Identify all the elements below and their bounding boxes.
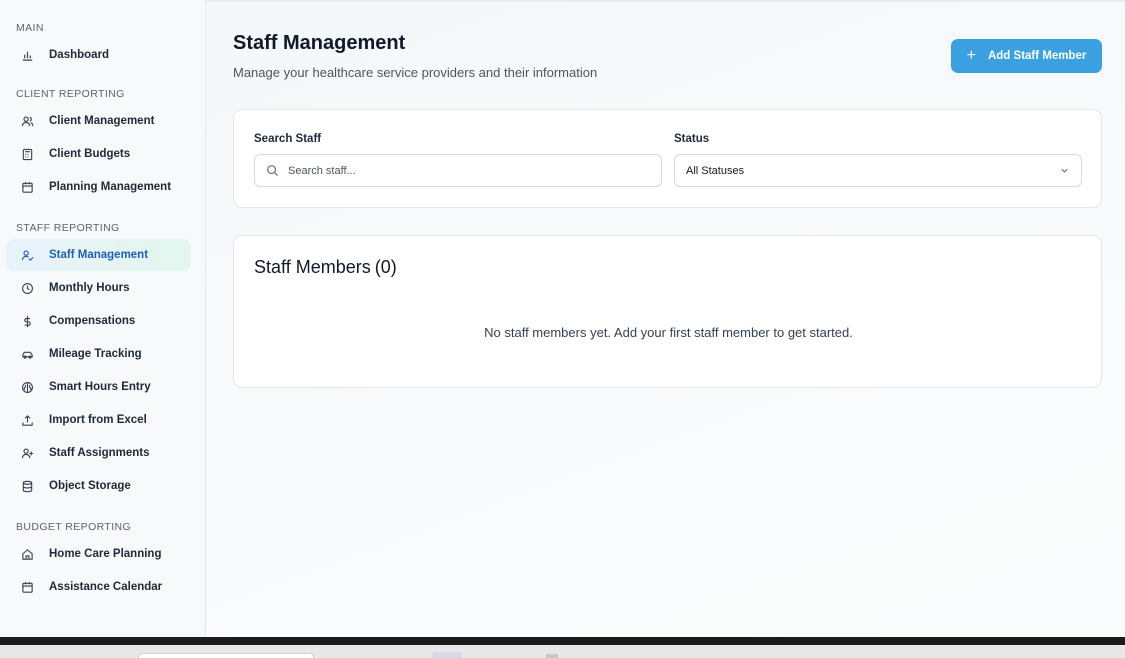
sidebar-item-label: Compensations	[49, 315, 136, 327]
search-field[interactable]	[254, 154, 662, 187]
sidebar-item-smart-hours-entry[interactable]: Smart Hours Entry	[6, 371, 191, 403]
users-icon	[20, 114, 34, 128]
app-window: MAIN Dashboard CLIENT REPORTING Client M…	[0, 0, 1125, 637]
user-plus-icon	[20, 446, 34, 460]
sidebar-section-budget-reporting: BUDGET REPORTING	[16, 521, 132, 533]
sidebar-item-label: Staff Assignments	[49, 447, 150, 459]
staff-members-title-text: Staff Members	[254, 257, 371, 277]
sidebar-item-label: Assistance Calendar	[49, 581, 163, 593]
sidebar-item-compensations[interactable]: Compensations	[6, 305, 191, 337]
sidebar-item-label: Planning Management	[49, 181, 172, 193]
sidebar-item-mileage-tracking[interactable]: Mileage Tracking	[6, 338, 191, 370]
sidebar-section-staff-reporting: STAFF REPORTING	[16, 222, 120, 234]
sidebar-item-assistance-calendar[interactable]: Assistance Calendar	[6, 571, 191, 603]
add-staff-member-label: Add Staff Member	[987, 50, 1087, 62]
brain-icon	[20, 380, 34, 394]
sidebar-item-label: Staff Management	[49, 249, 149, 261]
database-icon	[20, 479, 34, 493]
sidebar-item-staff-assignments[interactable]: Staff Assignments	[6, 437, 191, 469]
sidebar-item-dashboard[interactable]: Dashboard	[6, 39, 191, 71]
home-icon	[20, 547, 34, 561]
staff-members-title: Staff Members (0)	[254, 257, 397, 278]
calendar-icon	[20, 180, 34, 194]
taskbar-search[interactable]	[138, 653, 314, 658]
sidebar-item-label: Import from Excel	[49, 414, 147, 426]
search-label: Search Staff	[254, 133, 322, 145]
status-select-value: All Statuses	[686, 164, 745, 177]
dollar-icon	[20, 314, 34, 328]
taskbar-app-icon[interactable]	[546, 654, 558, 658]
sidebar-item-client-management[interactable]: Client Management	[6, 105, 191, 137]
sidebar-item-monthly-hours[interactable]: Monthly Hours	[6, 272, 191, 304]
sidebar-item-label: Smart Hours Entry	[49, 381, 151, 393]
sidebar-item-object-storage[interactable]: Object Storage	[6, 470, 191, 502]
os-taskbar	[0, 637, 1125, 658]
bar-chart-icon	[20, 48, 34, 62]
search-input[interactable]	[288, 164, 648, 177]
calculator-icon	[20, 147, 34, 161]
search-icon	[266, 164, 279, 177]
sidebar-item-client-budgets[interactable]: Client Budgets	[6, 138, 191, 170]
staff-members-card: Staff Members (0) No staff members yet. A…	[233, 235, 1102, 388]
filter-card: Search Staff Status All Statuses	[233, 109, 1102, 208]
staff-members-count: (0)	[374, 257, 397, 277]
sidebar-item-home-care-planning[interactable]: Home Care Planning	[6, 538, 191, 570]
sidebar-section-client-reporting: CLIENT REPORTING	[16, 88, 125, 100]
chevron-down-icon	[1059, 165, 1070, 176]
empty-state-message: No staff members yet. Add your first sta…	[484, 325, 853, 340]
sidebar-item-planning-management[interactable]: Planning Management	[6, 171, 191, 203]
sidebar-item-staff-management[interactable]: Staff Management	[6, 239, 191, 271]
sidebar-item-label: Mileage Tracking	[49, 348, 142, 360]
clock-icon	[20, 281, 34, 295]
page-title: Staff Management	[233, 32, 406, 54]
upload-icon	[20, 413, 34, 427]
sidebar-item-label: Dashboard	[49, 49, 110, 61]
sidebar-item-label: Client Management	[49, 115, 155, 127]
sidebar-item-label: Monthly Hours	[49, 282, 130, 294]
sidebar: MAIN Dashboard CLIENT REPORTING Client M…	[0, 0, 206, 637]
add-staff-member-button[interactable]: + Add Staff Member	[951, 39, 1102, 73]
taskbar-app-icon[interactable]	[432, 652, 462, 658]
page-subtitle: Manage your healthcare service providers…	[233, 65, 598, 80]
calendar-icon	[20, 580, 34, 594]
sidebar-item-label: Client Budgets	[49, 148, 131, 160]
status-label: Status	[674, 133, 710, 145]
status-select[interactable]: All Statuses	[674, 154, 1082, 187]
user-check-icon	[20, 248, 34, 262]
sidebar-section-main: MAIN	[16, 22, 44, 34]
main-content: Staff Management Manage your healthcare …	[206, 0, 1125, 637]
sidebar-item-import-from-excel[interactable]: Import from Excel	[6, 404, 191, 436]
plus-icon: +	[966, 47, 976, 64]
sidebar-item-label: Object Storage	[49, 480, 131, 492]
car-icon	[20, 347, 34, 361]
sidebar-item-label: Home Care Planning	[49, 548, 162, 560]
